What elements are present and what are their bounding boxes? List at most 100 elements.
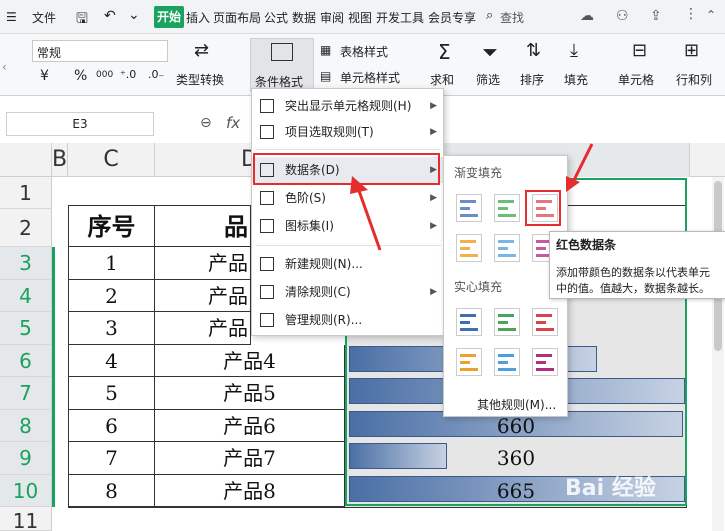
row-header[interactable]: 5 (0, 312, 52, 345)
product-cell[interactable]: 产品 (155, 247, 251, 280)
no-cell[interactable]: 3 (68, 312, 155, 345)
menu-item-clear-rules[interactable]: 清除规则(C) ▶ (252, 279, 443, 305)
product-cell[interactable]: 产品6 (155, 410, 345, 442)
row-header[interactable]: 3 (0, 247, 52, 280)
user-icon[interactable]: ⚇ (616, 8, 629, 24)
chevron-right-icon: ▶ (430, 101, 437, 111)
row-header[interactable]: 7 (0, 377, 52, 410)
menu-item-label: 色阶(S) (285, 191, 326, 205)
increase-decimal-icon[interactable]: ⁺.0 (120, 68, 136, 81)
tab-home[interactable]: 开始 (154, 6, 184, 28)
cloud-icon[interactable]: ☁ (580, 8, 594, 24)
tab-review[interactable]: 审阅 (320, 9, 344, 26)
product-cell[interactable]: 产品 (155, 312, 251, 345)
row-header[interactable]: 8 (0, 410, 52, 442)
menu-icon[interactable]: ☰ (6, 10, 17, 24)
sum-button[interactable]: 求和 (430, 71, 454, 88)
sort-button[interactable]: 排序 (520, 71, 544, 88)
ribbon: ‹ 常规 ¥ % 000 ⁺.0 .0₋ ⇄ 类型转换 条件格式 ▦ 表格样式 … (0, 34, 725, 96)
currency-button[interactable]: ¥ (40, 68, 49, 84)
gradient-green-bar-swatch[interactable] (494, 194, 520, 222)
tab-developer[interactable]: 开发工具 (376, 9, 424, 26)
menu-item-top-bottom-rules[interactable]: 项目选取规则(T) ▶ (252, 119, 443, 145)
solid-purple-bar-swatch[interactable] (532, 348, 558, 376)
no-cell[interactable]: 6 (68, 410, 155, 442)
table-style-button[interactable]: 表格样式 (340, 43, 388, 60)
thousands-button[interactable]: 000 (96, 70, 113, 80)
row-col-icon[interactable]: ⊞ (684, 40, 699, 61)
menu-item-label: 图标集(I) (285, 219, 334, 233)
column-b-header[interactable]: B (52, 143, 68, 177)
no-cell[interactable]: 7 (68, 442, 155, 475)
tab-data[interactable]: 数据 (292, 9, 316, 26)
chevron-down-icon[interactable]: ⌄ (128, 7, 140, 23)
solid-green-bar-swatch[interactable] (494, 308, 520, 336)
search-label[interactable]: 查找 (500, 9, 524, 26)
row-header[interactable]: 4 (0, 280, 52, 312)
number-format-select[interactable]: 常规 (32, 40, 168, 62)
product-cell[interactable]: 产品 (155, 280, 251, 312)
decrease-decimal-icon[interactable]: .0₋ (148, 68, 164, 81)
menu-item-highlight-rules[interactable]: 突出显示单元格规则(H) ▶ (252, 93, 443, 119)
header-product-cell[interactable]: 品 (155, 205, 251, 247)
gradient-orange-bar-swatch[interactable] (456, 234, 482, 262)
fill-icon[interactable]: ⤓ (570, 40, 578, 61)
gradient-fill-heading: 渐变填充 (454, 166, 503, 180)
tab-formulas[interactable]: 公式 (264, 9, 288, 26)
row-header[interactable]: 10 (0, 475, 52, 507)
cell-style-button[interactable]: 单元格样式 (340, 69, 400, 86)
no-cell[interactable]: 1 (68, 247, 155, 280)
percent-button[interactable]: % (74, 68, 87, 84)
solid-red-bar-swatch[interactable] (532, 308, 558, 336)
row-col-button[interactable]: 行和列 (676, 71, 712, 88)
row-header[interactable]: 6 (0, 345, 52, 377)
gradient-lightblue-bar-swatch[interactable] (494, 234, 520, 262)
tab-view[interactable]: 视图 (348, 9, 372, 26)
select-all-corner[interactable] (0, 143, 52, 177)
zoom-icon[interactable]: ⊖ (200, 115, 212, 131)
more-icon[interactable]: ⋮ (684, 6, 698, 22)
no-cell[interactable]: 5 (68, 377, 155, 410)
cell-icon[interactable]: ⊟ (632, 40, 647, 61)
no-cell[interactable]: 2 (68, 280, 155, 312)
undo-icon[interactable]: ↶ (104, 8, 116, 24)
sum-icon[interactable]: Σ (438, 40, 451, 64)
file-menu[interactable]: 文件 (32, 9, 56, 26)
fx-label[interactable]: fx (226, 114, 240, 132)
cond-format-button[interactable]: 条件格式 (250, 38, 314, 92)
search-icon[interactable]: ⌕ (486, 8, 493, 23)
convert-icon[interactable]: ⇄ (194, 40, 209, 61)
fill-button[interactable]: 填充 (564, 71, 588, 88)
menu-item-manage-rules[interactable]: 管理规则(R)... (252, 307, 443, 333)
column-c-header[interactable]: C (68, 143, 155, 177)
collapse-icon[interactable]: ⌃ (706, 8, 716, 22)
save-icon[interactable]: 🖫 (76, 8, 88, 32)
filter-icon[interactable]: ⏷ (482, 40, 498, 64)
no-cell[interactable]: 4 (68, 345, 155, 377)
product-cell[interactable]: 产品5 (155, 377, 345, 410)
filter-button[interactable]: 筛选 (476, 71, 500, 88)
solid-lightblue-bar-swatch[interactable] (494, 348, 520, 376)
product-cell[interactable]: 产品8 (155, 475, 345, 507)
header-no-cell[interactable]: 序号 (68, 205, 155, 247)
row-header[interactable]: 11 (0, 507, 52, 531)
ribbon-scroll-left-icon[interactable]: ‹ (2, 60, 7, 74)
sort-icon[interactable]: ⇅ (526, 40, 541, 61)
product-cell[interactable]: 产品4 (155, 345, 345, 377)
no-cell[interactable]: 8 (68, 475, 155, 507)
product-cell[interactable]: 产品7 (155, 442, 345, 475)
share-icon[interactable]: ⇪ (650, 8, 662, 24)
solid-orange-bar-swatch[interactable] (456, 348, 482, 376)
type-convert-button[interactable]: 类型转换 (176, 71, 224, 88)
row-header[interactable]: 9 (0, 442, 52, 475)
tab-page-layout[interactable]: 页面布局 (213, 9, 261, 26)
gradient-blue-bar-swatch[interactable] (456, 194, 482, 222)
tab-insert[interactable]: 插入 (186, 9, 210, 26)
name-box[interactable]: E3 (6, 112, 154, 136)
row-header[interactable]: 1 (0, 177, 52, 209)
other-rules-link[interactable]: 其他规则(M)... (477, 396, 556, 413)
solid-blue-bar-swatch[interactable] (456, 308, 482, 336)
cell-button[interactable]: 单元格 (618, 71, 654, 88)
row-header[interactable]: 2 (0, 209, 52, 247)
tab-member[interactable]: 会员专享 (428, 9, 476, 26)
